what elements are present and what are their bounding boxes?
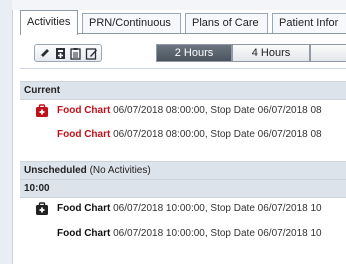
toolbar: 2 Hours 4 Hours bbox=[20, 34, 346, 68]
tab-bar: Activities PRN/Continuous Plans of Care … bbox=[20, 10, 346, 35]
list-item[interactable]: Food Chart 06/07/2018 08:00:00, Stop Dat… bbox=[20, 101, 346, 121]
section-time-1000: 10:00 bbox=[20, 179, 346, 198]
clipboard-icon[interactable] bbox=[69, 47, 82, 60]
alert-case-icon bbox=[35, 104, 49, 118]
edit-document-icon[interactable] bbox=[85, 47, 98, 60]
activity-name: Food Chart bbox=[57, 203, 111, 214]
section-unscheduled: Unscheduled (No Activities) bbox=[20, 161, 346, 180]
list-item[interactable]: Food Chart 06/07/2018 10:00:00, Stop Dat… bbox=[20, 199, 346, 219]
left-panel-strip bbox=[0, 0, 13, 264]
activity-detail: 06/07/2018 10:00:00, Stop Date 06/07/201… bbox=[113, 203, 322, 214]
activity-detail: 06/07/2018 08:00:00, Stop Date 06/07/201… bbox=[113, 129, 322, 140]
tab-activities[interactable]: Activities bbox=[20, 10, 78, 35]
list-item[interactable]: Food Chart 06/07/2018 10:00:00, Stop Dat… bbox=[20, 224, 346, 244]
section-title: Current bbox=[24, 85, 61, 96]
activity-name: Food Chart bbox=[57, 105, 111, 116]
activity-name: Food Chart bbox=[57, 129, 111, 140]
toolbar-icon-group bbox=[34, 44, 102, 62]
pencil-icon[interactable] bbox=[38, 47, 51, 60]
section-title: Unscheduled bbox=[24, 165, 87, 176]
activity-name: Food Chart bbox=[57, 228, 111, 239]
four-hours-button[interactable]: 4 Hours bbox=[232, 44, 310, 62]
more-hours-button[interactable] bbox=[310, 44, 346, 62]
activity-detail: 06/07/2018 08:00:00, Stop Date 06/07/201… bbox=[113, 105, 322, 116]
top-header-bar bbox=[12, 0, 346, 10]
section-current: Current bbox=[20, 81, 346, 100]
two-hours-button[interactable]: 2 Hours bbox=[156, 44, 232, 62]
section-note: (No Activities) bbox=[89, 165, 151, 176]
activities-list: Current Food Chart 06/07/2018 08:00:00, … bbox=[20, 68, 346, 264]
tab-plans-of-care[interactable]: Plans of Care bbox=[185, 13, 268, 33]
list-item[interactable]: Food Chart 06/07/2018 08:00:00, Stop Dat… bbox=[20, 125, 346, 145]
activity-detail: 06/07/2018 10:00:00, Stop Date 06/07/201… bbox=[113, 228, 322, 239]
tab-patient-information[interactable]: Patient Infor bbox=[272, 13, 346, 33]
activities-window: Activities PRN/Continuous Plans of Care … bbox=[0, 0, 346, 264]
tab-prn-continuous[interactable]: PRN/Continuous bbox=[82, 13, 181, 33]
case-icon bbox=[35, 202, 49, 216]
add-document-icon[interactable] bbox=[54, 47, 67, 60]
section-title: 10:00 bbox=[24, 183, 50, 194]
